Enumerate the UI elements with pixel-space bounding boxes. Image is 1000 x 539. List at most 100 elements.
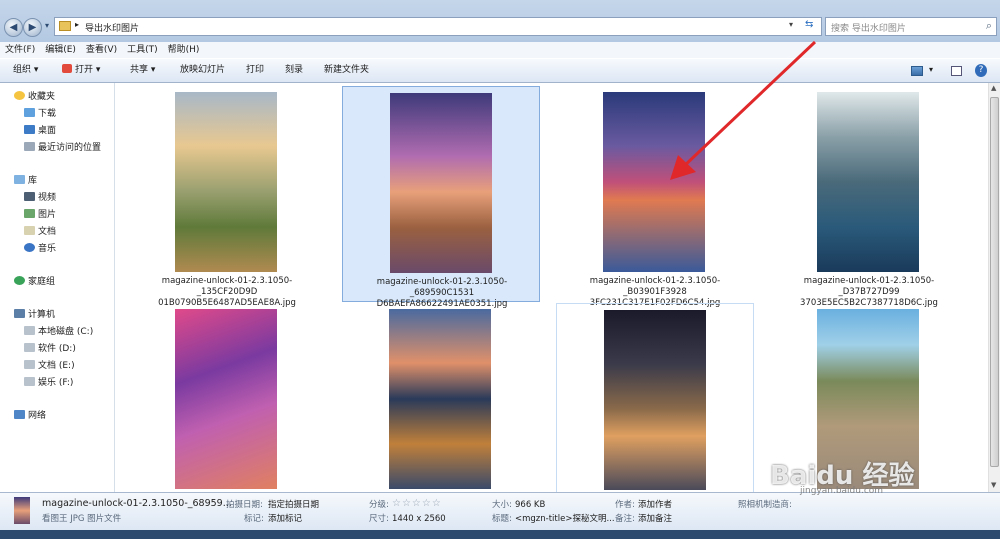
- file-tile[interactable]: magazine-unlock-01-2.3.1050-_135CF20D9D 0…: [128, 86, 326, 308]
- selected-file-thumbnail: [14, 497, 30, 524]
- nav-pictures-label: 图片: [38, 210, 57, 220]
- library-icon: [14, 175, 25, 184]
- menu-help[interactable]: 帮助(H): [163, 42, 205, 58]
- picture-icon: [24, 209, 35, 218]
- nav-documents[interactable]: 文档: [24, 226, 56, 239]
- scroll-down-icon[interactable]: ▼: [991, 481, 996, 489]
- desktop-icon: [24, 125, 35, 134]
- note-value[interactable]: 添加备注: [638, 513, 672, 525]
- nav-homegroup[interactable]: 家庭组: [14, 276, 55, 289]
- nav-drive-c[interactable]: 本地磁盘 (C:): [24, 326, 93, 339]
- share-button[interactable]: 共享 ▾: [130, 64, 155, 77]
- camera-label: 照相机制造商:: [738, 500, 792, 510]
- nav-music[interactable]: 音乐: [24, 243, 56, 256]
- dimensions-label: 尺寸:: [369, 514, 389, 524]
- thumbnail-sphinx: [390, 93, 492, 273]
- nav-drive-e[interactable]: 文档 (E:): [24, 360, 75, 373]
- nav-favorites[interactable]: 收藏夹: [14, 91, 55, 104]
- open-label: 打开: [75, 65, 94, 75]
- address-box[interactable]: ▸ 导出水印图片 ▾ ⇆: [54, 17, 822, 36]
- organize-button[interactable]: 组织 ▾: [13, 64, 38, 77]
- nav-videos[interactable]: 视频: [24, 192, 56, 205]
- scroll-up-icon[interactable]: ▲: [991, 84, 996, 92]
- date-label: 拍摄日期:: [226, 500, 263, 510]
- history-dropdown-icon[interactable]: ▾: [45, 21, 49, 30]
- nav-drive-d-label: 软件 (D:): [38, 344, 76, 354]
- download-icon: [24, 108, 35, 117]
- title-label: 标题:: [492, 514, 512, 524]
- taskbar[interactable]: [0, 530, 1000, 539]
- nav-network[interactable]: 网络: [14, 410, 46, 423]
- thumbnail-canyon: [175, 309, 277, 489]
- computer-icon: [14, 309, 25, 318]
- file-tile[interactable]: [342, 303, 540, 492]
- file-tile-selected[interactable]: magazine-unlock-01-2.3.1050-_689590C1531…: [342, 86, 540, 309]
- title-value[interactable]: <mgzn-title>探秘文明...: [515, 513, 615, 525]
- nav-libraries[interactable]: 库: [14, 175, 37, 188]
- star-icon: [14, 91, 25, 100]
- print-button[interactable]: 打印: [246, 64, 264, 77]
- command-bar: 组织 ▾ 打开 ▾ 共享 ▾ 放映幻灯片 打印 刻录 新建文件夹 ▾ ?: [0, 58, 1000, 83]
- video-icon: [24, 192, 35, 201]
- nav-downloads[interactable]: 下载: [24, 108, 56, 121]
- tag-value[interactable]: 添加标记: [268, 513, 302, 525]
- menu-tools[interactable]: 工具(T): [122, 42, 163, 58]
- view-options-icon[interactable]: [911, 66, 923, 76]
- file-tile[interactable]: [128, 303, 326, 492]
- new-folder-button[interactable]: 新建文件夹: [324, 64, 369, 77]
- nav-favorites-label: 收藏夹: [28, 92, 56, 102]
- search-input[interactable]: 搜索 导出水印图片 ⌕: [825, 17, 997, 36]
- nav-music-label: 音乐: [38, 244, 57, 254]
- nav-drive-e-label: 文档 (E:): [38, 361, 75, 371]
- path-chevron-icon[interactable]: ▸: [75, 20, 79, 29]
- size-label: 大小:: [492, 500, 512, 510]
- document-icon: [24, 226, 35, 235]
- search-icon[interactable]: ⌕: [986, 19, 992, 33]
- share-label: 共享: [130, 65, 149, 75]
- address-dropdown-icon[interactable]: ▾: [789, 20, 793, 29]
- address-bar-area: ◀ ▶ ▾ ▸ 导出水印图片 ▾ ⇆ 搜索 导出水印图片 ⌕: [0, 0, 1000, 42]
- address-path[interactable]: 导出水印图片: [85, 21, 139, 34]
- nav-homegroup-label: 家庭组: [28, 277, 56, 287]
- nav-pictures[interactable]: 图片: [24, 209, 56, 222]
- menu-file[interactable]: 文件(F): [0, 42, 40, 58]
- back-button[interactable]: ◀: [4, 18, 23, 37]
- author-value[interactable]: 添加作者: [638, 499, 672, 511]
- preview-pane-icon[interactable]: [951, 66, 962, 76]
- drive-icon: [24, 326, 35, 335]
- date-value[interactable]: 指定拍摄日期: [268, 499, 319, 511]
- nav-documents-label: 文档: [38, 227, 57, 237]
- nav-computer[interactable]: 计算机: [14, 309, 55, 322]
- file-name-line1: magazine-unlock-01-2.3.1050-_689590C1531: [376, 277, 508, 298]
- image-viewer-icon: [62, 64, 72, 73]
- menu-view[interactable]: 查看(V): [81, 42, 122, 58]
- menu-edit[interactable]: 编辑(E): [40, 42, 81, 58]
- forward-button[interactable]: ▶: [23, 18, 42, 37]
- file-tile[interactable]: [556, 303, 754, 492]
- recent-places-icon: [24, 142, 35, 151]
- rating-stars-icon[interactable]: ☆☆☆☆☆: [392, 498, 442, 510]
- file-name-line1: magazine-unlock-01-2.3.1050-_D37B727D99: [803, 276, 935, 297]
- view-dropdown-icon[interactable]: ▾: [929, 65, 933, 74]
- open-button[interactable]: 打开 ▾: [62, 64, 100, 77]
- slideshow-button[interactable]: 放映幻灯片: [180, 64, 225, 77]
- vertical-scrollbar[interactable]: ▲ ▼: [988, 83, 1000, 492]
- thumbnail-street: [604, 310, 706, 490]
- help-icon[interactable]: ?: [975, 64, 987, 77]
- music-icon: [24, 243, 35, 252]
- thumbnail-skyline: [389, 309, 491, 489]
- nav-desktop[interactable]: 桌面: [24, 125, 56, 138]
- author-label: 作者:: [615, 500, 635, 510]
- nav-videos-label: 视频: [38, 193, 57, 203]
- menu-bar: 文件(F) 编辑(E) 查看(V) 工具(T) 帮助(H): [0, 42, 1000, 58]
- refresh-icon[interactable]: ⇆: [805, 19, 813, 30]
- nav-recent[interactable]: 最近访问的位置: [24, 142, 101, 155]
- note-label: 备注:: [615, 514, 635, 524]
- nav-libraries-label: 库: [28, 176, 38, 186]
- nav-recent-label: 最近访问的位置: [38, 143, 102, 153]
- scroll-thumb[interactable]: [990, 97, 999, 467]
- nav-downloads-label: 下载: [38, 109, 57, 119]
- nav-drive-f[interactable]: 娱乐 (F:): [24, 377, 73, 390]
- nav-drive-d[interactable]: 软件 (D:): [24, 343, 76, 356]
- burn-button[interactable]: 刻录: [285, 64, 303, 77]
